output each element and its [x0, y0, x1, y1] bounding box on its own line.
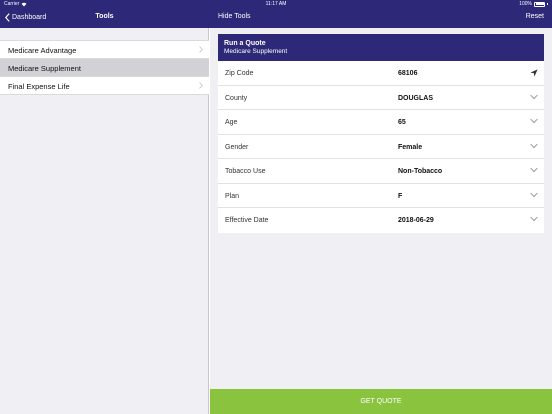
tobacco-use-field[interactable]: Tobacco Use Non-Tobacco	[218, 159, 544, 184]
quote-title: Run a Quote	[224, 40, 266, 47]
field-value: 68106	[398, 70, 418, 77]
nav-left-panel: Dashboard Tools	[0, 9, 209, 28]
tools-list: Medicare Advantage Medicare Supplement F…	[0, 40, 209, 95]
field-label: County	[225, 94, 248, 102]
battery-indicator: 100%	[519, 1, 548, 7]
field-label: Zip Code	[225, 70, 254, 77]
quote-subtitle: Medicare Supplement	[224, 48, 288, 55]
chevron-down-icon	[530, 192, 538, 197]
field-value: Female	[398, 143, 423, 151]
quote-card: Run a Quote Medicare Supplement Zip Code…	[218, 34, 544, 233]
county-field[interactable]: County DOUGLAS	[218, 86, 544, 110]
plan-field[interactable]: Plan F	[218, 184, 544, 208]
status-time: 11:17 AM	[265, 1, 287, 7]
field-label: Age	[225, 119, 238, 126]
get-quote-button[interactable]: GET QUOTE	[210, 389, 552, 414]
field-value: Non-Tobacco	[398, 168, 443, 175]
status-bar: Carrier 11:17 AM 100%	[0, 0, 552, 9]
chevron-down-icon	[530, 118, 538, 124]
sidebar-item-medicare-supplement[interactable]: Medicare Supplement	[0, 59, 209, 77]
chevron-down-icon	[530, 167, 538, 173]
field-label: Effective Date	[225, 217, 269, 224]
field-value: 2018-06-29	[398, 217, 434, 224]
chevron-down-icon	[530, 216, 538, 222]
field-value: 65	[398, 119, 406, 126]
chevron-down-icon	[530, 94, 538, 99]
sidebar-item-final-expense-life[interactable]: Final Expense Life	[0, 77, 209, 95]
chevron-right-icon	[199, 46, 203, 53]
sidebar-item-label: Medicare Supplement	[8, 64, 81, 73]
nav-title: Tools	[95, 13, 114, 20]
gender-field[interactable]: Gender Female	[218, 135, 544, 159]
battery-icon	[534, 1, 545, 7]
field-value: F	[398, 192, 403, 200]
zip-code-field[interactable]: Zip Code 68106	[218, 61, 544, 86]
navigation-bar: Dashboard Tools Hide Tools Reset	[0, 9, 552, 28]
age-field[interactable]: Age 65	[218, 110, 544, 135]
sidebar-item-label: Final Expense Life	[8, 82, 70, 91]
hide-tools-button[interactable]: Hide Tools	[218, 13, 251, 20]
battery-percent: 100%	[519, 1, 532, 7]
field-label: Tobacco Use	[225, 168, 266, 175]
quote-card-header: Run a Quote Medicare Supplement	[218, 34, 544, 61]
chevron-down-icon	[530, 143, 538, 148]
reset-button[interactable]: Reset	[526, 13, 544, 20]
sidebar-item-label: Medicare Advantage	[8, 46, 77, 55]
location-arrow-icon[interactable]	[530, 69, 538, 77]
effective-date-field[interactable]: Effective Date 2018-06-29	[218, 208, 544, 233]
field-value: DOUGLAS	[398, 94, 433, 102]
main-content: Run a Quote Medicare Supplement Zip Code…	[210, 28, 552, 414]
field-label: Plan	[225, 192, 240, 200]
battery-tip	[547, 3, 548, 5]
sidebar-item-medicare-advantage[interactable]: Medicare Advantage	[0, 41, 209, 59]
field-label: Gender	[225, 143, 249, 151]
chevron-right-icon	[199, 82, 203, 89]
sidebar: Medicare Advantage Medicare Supplement F…	[0, 28, 209, 414]
